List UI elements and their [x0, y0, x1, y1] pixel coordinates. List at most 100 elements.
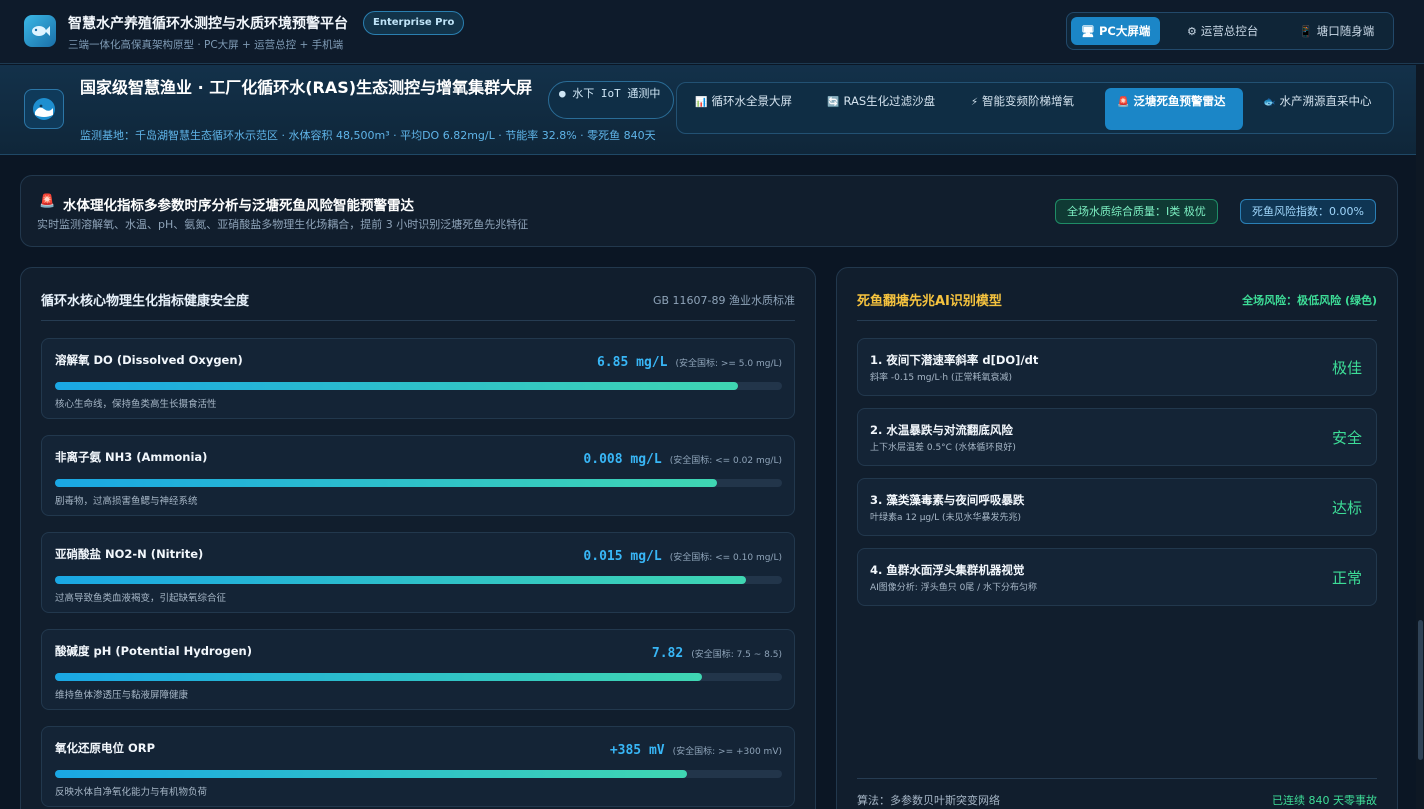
metric-progress-track — [55, 479, 782, 487]
module-meta: 监测基地：千岛湖智慧生态循环水示范区 · 水体容积 48,500m³ · 平均D… — [80, 129, 656, 142]
tab-biofilter[interactable]: 🔄 RAS生化过滤沙盘 — [815, 88, 953, 130]
ai-card-description: AI图像分析: 浮头鱼只 0尾 / 水下分布匀称 — [870, 583, 1038, 593]
scrollbar-thumb[interactable] — [1418, 620, 1423, 760]
metric-progress-track — [55, 770, 782, 778]
metric-description: 过高导致鱼类血液褐变，引起缺氧综合征 — [55, 593, 227, 604]
tab-traceability[interactable]: 🐟 水产溯源直采中心 — [1251, 88, 1389, 130]
ai-card-description: 上下水层温差 0.5°C (水体循环良好) — [870, 443, 1016, 453]
top-bar: 智慧水产养殖循环水测控与水质环境预警平台 Enterprise Pro 三端一体… — [0, 0, 1424, 64]
chart-icon: 📊 — [695, 97, 708, 108]
siren-icon: 🚨 — [39, 194, 56, 209]
mode-label: PC大屏端 — [1098, 24, 1151, 38]
ai-card-status: 安全 — [1331, 429, 1362, 447]
divider — [857, 320, 1377, 321]
ai-indicator-card: 1. 夜间下潜速率斜率 d[DO]/dt 斜率 -0.15 mg/L·h (正常… — [857, 338, 1377, 396]
metric-progress-fill — [55, 479, 717, 487]
metric-standard: (安全国标: 7.5 ~ 8.5) — [691, 650, 782, 660]
mode-label: 运营总控台 — [1200, 24, 1259, 38]
metric-description: 反映水体自净氧化能力与有机物负荷 — [55, 787, 208, 798]
metric-card-ph: 酸碱度 pH (Potential Hydrogen) 7.82 (安全国标: 7… — [41, 629, 795, 710]
metrics-panel-title: 循环水核心物理生化指标健康安全度 — [41, 294, 250, 309]
phone-icon: 📱 — [1299, 25, 1313, 38]
metric-standard: (安全国标: <= 0.10 mg/L) — [669, 553, 782, 563]
mode-pc-screen-button[interactable]: 🖥 PC大屏端 — [1071, 17, 1161, 45]
metric-card-nitrite: 亚硝酸盐 NO2-N (Nitrite) 0.015 mg/L (安全国标: <=… — [41, 532, 795, 613]
metric-progress-track — [55, 576, 782, 584]
metric-card-do: 溶解氧 DO (Dissolved Oxygen) 6.85 mg/L (安全国标… — [41, 338, 795, 419]
banner-title: 水体理化指标多参数时序分析与泛塘死鱼风险智能预警雷达 — [63, 198, 414, 214]
mode-switch: 🖥 PC大屏端 ⚙ 运营总控台 📱 塘口随身端 — [1066, 12, 1394, 50]
metric-standard: (安全国标: >= +300 mV) — [672, 747, 782, 757]
tab-fish-kill-radar[interactable]: 🚨 泛塘死鱼预警雷达 — [1105, 88, 1243, 130]
metric-card-ammonia: 非离子氨 NH3 (Ammonia) 0.008 mg/L (安全国标: <= 0… — [41, 435, 795, 516]
ai-panel-title: 死鱼翻塘先兆AI识别模型 — [857, 294, 1002, 309]
risk-index-badge: 死鱼风险指数：0.00% — [1240, 199, 1376, 224]
algorithm-label: 算法：多参数贝叶斯突变网络 — [857, 794, 1000, 807]
ai-card-title: 3. 藻类藻毒素与夜间呼吸暴跌 — [870, 493, 1025, 507]
metric-progress-fill — [55, 673, 703, 681]
divider — [857, 778, 1377, 779]
tab-label: 循环水全景大屏 — [711, 94, 792, 108]
tab-label: 泛塘死鱼预警雷达 — [1133, 94, 1226, 108]
metric-name: 非离子氨 NH3 (Ammonia) — [55, 450, 208, 464]
edition-badge: Enterprise Pro — [363, 11, 465, 35]
monitor-icon: 🖥 — [1081, 25, 1095, 38]
ai-card-title: 1. 夜间下潜速率斜率 d[DO]/dt — [870, 353, 1039, 367]
tab-label: RAS生化过滤沙盘 — [843, 94, 936, 108]
metric-description: 剧毒物，过高损害鱼鳃与神经系统 — [55, 496, 198, 507]
ai-card-title: 2. 水温暴跌与对流翻底风险 — [870, 423, 1013, 437]
metric-card-orp: 氧化还原电位 ORP +385 mV (安全国标: >= +300 mV) 反映水… — [41, 726, 795, 807]
recycle-icon: 🔄 — [827, 97, 840, 108]
metric-value: 7.82 — [651, 646, 684, 661]
module-header: 国家级智慧渔业 · 工厂化循环水(RAS)生态测控与增氧集群大屏 ● 水下 Io… — [0, 65, 1424, 155]
mode-label: 塘口随身端 — [1316, 24, 1375, 38]
metric-name: 亚硝酸盐 NO2-N (Nitrite) — [55, 547, 204, 561]
alert-banner: 🚨 水体理化指标多参数时序分析与泛塘死鱼风险智能预警雷达 实时监测溶解氧、水温、… — [20, 175, 1398, 247]
metric-progress-track — [55, 382, 782, 390]
ai-card-status: 极佳 — [1331, 359, 1362, 377]
metric-standard: (安全国标: <= 0.02 mg/L) — [669, 456, 782, 466]
metric-name: 氧化还原电位 ORP — [55, 741, 156, 755]
iot-status-badge: ● 水下 IoT 通测中 — [548, 81, 674, 119]
tab-panorama[interactable]: 📊 循环水全景大屏 — [683, 88, 809, 130]
ai-card-description: 斜率 -0.15 mg/L·h (正常耗氧衰减) — [870, 373, 1012, 383]
metric-standard: (安全国标: >= 5.0 mg/L) — [675, 359, 782, 369]
app-logo-icon — [24, 15, 56, 47]
metric-description: 维持鱼体渗透压与黏液屏障健康 — [55, 690, 189, 701]
ai-indicator-card: 2. 水温暴跌与对流翻底风险 上下水层温差 0.5°C (水体循环良好) 安全 — [857, 408, 1377, 466]
metric-value: 0.008 mg/L — [583, 452, 662, 467]
ai-indicator-card: 4. 鱼群水面浮头集群机器视觉 AI图像分析: 浮头鱼只 0尾 / 水下分布匀称… — [857, 548, 1377, 606]
metric-value: 0.015 mg/L — [583, 549, 662, 564]
ai-card-status: 达标 — [1331, 499, 1362, 517]
metric-progress-track — [55, 673, 782, 681]
app-title: 智慧水产养殖循环水测控与水质环境预警平台 — [68, 16, 348, 32]
ai-indicator-card: 3. 藻类藻毒素与夜间呼吸暴跌 叶绿素a 12 μg/L (未见水华暴发先兆) … — [857, 478, 1377, 536]
tab-label: 水产溯源直采中心 — [1279, 94, 1372, 108]
metric-value: 6.85 mg/L — [596, 355, 668, 370]
divider — [41, 320, 795, 321]
overall-risk-label: 全场风险：极低风险 (绿色) — [1242, 294, 1377, 307]
app-subtitle: 三端一体化高保真架构原型 · PC大屏 + 运营总控 + 手机端 — [68, 39, 344, 51]
tab-label: 智能变频阶梯增氧 — [982, 94, 1075, 108]
metric-description: 核心生命线，保持鱼类高生长摄食活性 — [55, 399, 217, 410]
ai-card-status: 正常 — [1331, 569, 1362, 587]
metric-name: 酸碱度 pH (Potential Hydrogen) — [55, 644, 252, 658]
bolt-icon: ⚡ — [971, 97, 979, 108]
module-title: 国家级智慧渔业 · 工厂化循环水(RAS)生态测控与增氧集群大屏 — [80, 78, 533, 97]
banner-subtitle: 实时监测溶解氧、水温、pH、氨氮、亚硝酸盐多物理生化场耦合，提前 3 小时识别泛… — [37, 218, 529, 231]
metric-progress-fill — [55, 382, 739, 390]
wave-logo-icon — [24, 89, 64, 129]
module-nav: 📊 循环水全景大屏 🔄 RAS生化过滤沙盘 ⚡ 智能变频阶梯增氧 🚨 泛塘死鱼预警雷达 … — [676, 82, 1394, 134]
fish-icon: 🐟 — [1263, 97, 1276, 108]
mode-ops-console-button[interactable]: ⚙ 运营总控台 — [1177, 17, 1268, 45]
ai-card-description: 叶绿素a 12 μg/L (未见水华暴发先兆) — [870, 513, 1022, 523]
metric-value: +385 mV — [609, 743, 665, 758]
ai-model-panel: 死鱼翻塘先兆AI识别模型 全场风险：极低风险 (绿色) 1. 夜间下潜速率斜率 … — [836, 267, 1398, 809]
metric-progress-fill — [55, 576, 746, 584]
mode-mobile-button[interactable]: 📱 塘口随身端 — [1289, 17, 1384, 45]
standard-reference: GB 11607-89 渔业水质标准 — [652, 294, 795, 307]
tab-aeration[interactable]: ⚡ 智能变频阶梯增氧 — [959, 88, 1097, 130]
ai-card-title: 4. 鱼群水面浮头集群机器视觉 — [870, 563, 1025, 577]
water-quality-badge: 全场水质综合质量：I类 极优 — [1055, 199, 1218, 224]
metric-name: 溶解氧 DO (Dissolved Oxygen) — [55, 353, 243, 367]
